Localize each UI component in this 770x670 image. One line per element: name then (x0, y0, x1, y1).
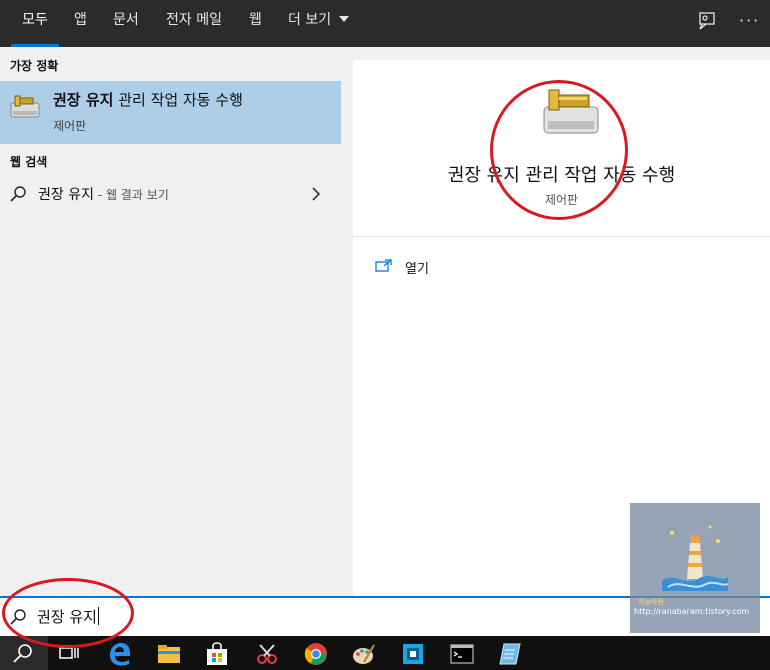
scissors-icon (257, 644, 277, 664)
tab-more-label: 더 보기 (288, 12, 332, 28)
best-match-result[interactable]: 권장 유지 관리 작업 자동 수행 제어판 (0, 81, 341, 144)
annotation-circle-detail (490, 80, 628, 220)
maintenance-app-icon (10, 95, 40, 118)
taskbar-store[interactable] (193, 636, 241, 670)
open-action[interactable]: 열기 (375, 258, 429, 278)
best-match-heading: 가장 정확 (10, 59, 59, 73)
watermark-name: 하늘바람 (638, 598, 664, 606)
web-search-heading: 웹 검색 (10, 155, 48, 169)
feedback-icon[interactable] (697, 0, 717, 42)
tab-documents[interactable]: 문서 (113, 0, 139, 47)
web-search-label: 권장 유지 - 웹 결과 보기 (38, 187, 169, 203)
chrome-icon (304, 643, 327, 665)
folder-icon (158, 645, 180, 663)
chevron-right-icon (312, 187, 321, 201)
taskbar-file-explorer[interactable] (145, 636, 193, 670)
detail-divider (353, 236, 770, 237)
web-search-result[interactable]: 권장 유지 - 웹 결과 보기 (0, 176, 341, 212)
taskbar-command-prompt[interactable] (438, 636, 486, 670)
open-external-icon (375, 259, 392, 272)
taskbar-app-blue[interactable] (389, 636, 437, 670)
lighthouse-logo-icon (662, 525, 729, 591)
tab-email[interactable]: 전자 메일 (166, 0, 222, 47)
edge-icon (110, 643, 130, 666)
taskbar-snipping-tool[interactable] (243, 636, 291, 670)
search-icon (10, 186, 26, 202)
taskbar-chrome[interactable] (292, 636, 340, 670)
open-action-label: 열기 (405, 262, 429, 277)
taskbar (0, 636, 770, 670)
store-icon (207, 642, 227, 665)
more-options-icon[interactable]: ··· (739, 0, 760, 42)
taskbar-notepad[interactable] (486, 636, 534, 670)
search-filter-bar: 모두 앱 문서 전자 메일 웹 더 보기 ··· (0, 0, 770, 47)
terminal-icon (450, 644, 474, 664)
tab-more[interactable]: 더 보기 (288, 0, 349, 47)
watermark: 하늘바람 http://ranabaram.tistory.com (630, 503, 760, 633)
best-match-subtitle: 제어판 (53, 119, 87, 133)
taskbar-paint[interactable] (340, 636, 388, 670)
tab-web[interactable]: 웹 (249, 0, 262, 47)
chevron-down-icon (338, 16, 349, 22)
annotation-circle-search (2, 578, 134, 648)
tab-apps[interactable]: 앱 (74, 0, 87, 47)
watermark-url: http://ranabaram.tistory.com (634, 607, 750, 616)
search-icon (13, 644, 32, 663)
tab-all[interactable]: 모두 (11, 0, 59, 47)
app-window-icon (403, 644, 423, 664)
paint-palette-icon (353, 644, 375, 664)
notepad-icon (499, 643, 521, 665)
best-match-title: 권장 유지 관리 작업 자동 수행 (53, 91, 243, 109)
results-list: 가장 정확 권장 유지 관리 작업 자동 수행 제어판 웹 검색 권장 유지 -… (0, 47, 341, 596)
